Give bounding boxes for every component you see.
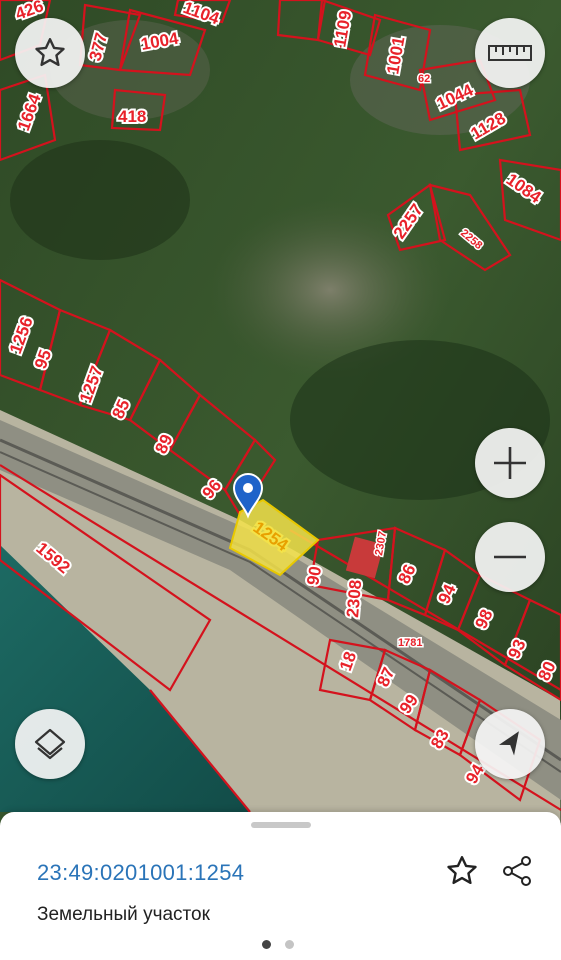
layers-button[interactable] [15, 709, 85, 779]
navigation-arrow-icon [498, 731, 519, 756]
minus-icon [494, 555, 526, 559]
ruler-button[interactable] [475, 18, 545, 88]
page-dot-active[interactable] [262, 940, 271, 949]
share-button[interactable] [498, 852, 536, 890]
cadastral-number[interactable]: 23:49:0201001:1254 [37, 860, 244, 886]
sheet-drag-handle[interactable] [251, 822, 311, 828]
plot-label: 90 [303, 565, 325, 587]
page-dot[interactable] [285, 940, 294, 949]
page-indicator [262, 940, 294, 949]
favorite-button[interactable] [15, 18, 85, 88]
ruler-icon [488, 45, 532, 61]
plot-label: 1781 [398, 637, 422, 649]
plot-label: 2308 [343, 579, 365, 618]
zoom-out-button[interactable] [475, 522, 545, 592]
parcel-info-sheet[interactable]: 23:49:0201001:1254 Земельный участок [0, 812, 561, 960]
share-icon [503, 856, 531, 886]
layers-icon [34, 728, 66, 760]
star-icon [35, 38, 65, 67]
forest-shade [10, 140, 190, 260]
plot-label: 62 [418, 73, 430, 85]
zoom-in-button[interactable] [475, 428, 545, 498]
favorite-parcel-button[interactable] [443, 852, 481, 890]
plot-label: 418 [118, 107, 146, 126]
my-location-button[interactable] [475, 709, 545, 779]
parcel-type: Земельный участок [37, 904, 210, 925]
star-icon [447, 856, 477, 885]
plus-icon [494, 447, 526, 479]
